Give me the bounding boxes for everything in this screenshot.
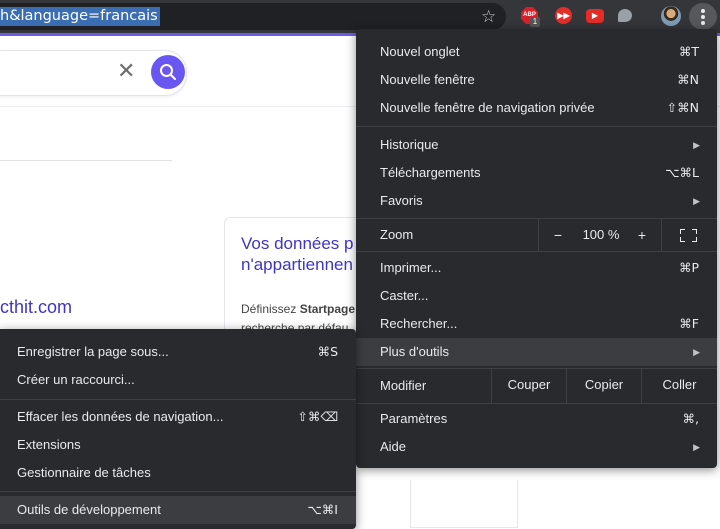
submenu-item-extensions[interactable]: Extensions <box>0 431 356 459</box>
submenu-item-task-manager[interactable]: Gestionnaire de tâches <box>0 459 356 487</box>
edit-label: Modifier <box>380 378 427 393</box>
zoom-label: Zoom <box>380 227 414 242</box>
zoom-separator <box>661 218 662 252</box>
menu-item-new-window[interactable]: Nouvelle fenêtre ⌘N <box>356 66 717 94</box>
menu-item-shortcut: ⌘F <box>679 316 699 331</box>
card-text-bold: Startpage <box>299 302 356 316</box>
card-bottom-border <box>410 480 518 528</box>
menu-item-shortcut: ⌘T <box>678 44 699 59</box>
menu-item-label: Aide <box>380 439 407 454</box>
chrome-main-menu: Nouvel onglet ⌘T Nouvelle fenêtre ⌘N Nou… <box>356 29 717 468</box>
menu-item-new-tab[interactable]: Nouvel onglet ⌘T <box>356 38 717 66</box>
chrome-menu-kebab-icon[interactable] <box>689 3 717 30</box>
submenu-arrow-icon: ▶ <box>693 442 700 452</box>
zoom-level: 100 % <box>582 227 620 242</box>
menu-item-label: Historique <box>380 137 439 152</box>
menu-item-label: Téléchargements <box>380 165 481 180</box>
menu-separator <box>356 251 717 252</box>
menu-item-label: Nouvelle fenêtre <box>380 72 475 87</box>
fullscreen-icon[interactable] <box>680 229 697 242</box>
menu-item-settings[interactable]: Paramètres ⌘, <box>356 405 717 433</box>
submenu-item-dev-tools[interactable]: Outils de développement ⌥⌘I <box>0 496 356 524</box>
submenu-arrow-icon: ▶ <box>693 196 700 206</box>
address-bar[interactable]: h&language=francais ☆ <box>0 3 506 30</box>
menu-item-label: Nouvelle fenêtre de navigation privée <box>380 100 595 115</box>
paste-button[interactable]: Coller <box>642 371 717 399</box>
menu-separator <box>356 403 717 404</box>
submenu-item-clear-data[interactable]: Effacer les données de navigation... ⇧⌘⌫ <box>0 403 356 431</box>
menu-item-label: Caster... <box>380 288 429 303</box>
menu-item-label: Rechercher... <box>380 316 458 331</box>
menu-item-label: Extensions <box>17 437 81 452</box>
clear-search-icon[interactable]: ✕ <box>117 59 135 84</box>
menu-item-shortcut: ⌘S <box>317 344 338 359</box>
menu-item-shortcut: ⌘P <box>678 260 699 275</box>
menu-separator <box>356 126 717 127</box>
menu-item-label: Plus d'outils <box>380 344 449 359</box>
menu-item-shortcut: ⇧⌘N <box>666 100 699 115</box>
zoom-in-button[interactable]: + <box>630 221 654 249</box>
menu-item-shortcut: ⌘N <box>677 72 699 87</box>
adblock-extension-icon[interactable]: ABP 1 <box>521 7 540 27</box>
menu-item-shortcut: ⇧⌘⌫ <box>297 409 338 424</box>
menu-row-zoom: Zoom <box>356 221 717 249</box>
tabs-divider <box>0 160 172 161</box>
menu-item-incognito[interactable]: Nouvelle fenêtre de navigation privée ⇧⌘… <box>356 94 717 122</box>
menu-item-shortcut: ⌥⌘L <box>665 165 699 180</box>
profile-avatar[interactable] <box>661 6 681 26</box>
zoom-out-button[interactable]: − <box>546 221 570 249</box>
card-title[interactable]: Vos données p n'appartiennen <box>241 233 361 275</box>
search-button[interactable] <box>151 55 185 89</box>
menu-item-find[interactable]: Rechercher... ⌘F <box>356 310 717 338</box>
youtube-extension-icon[interactable]: ▶ <box>586 7 604 25</box>
cut-button[interactable]: Couper <box>492 371 566 399</box>
menu-item-history[interactable]: Historique ▶ <box>356 131 717 159</box>
menu-item-label: Outils de développement <box>17 502 161 517</box>
bookmark-star-icon[interactable]: ☆ <box>481 7 496 26</box>
menu-item-label: Créer un raccourci... <box>17 372 135 387</box>
menu-item-cast[interactable]: Caster... <box>356 282 717 310</box>
adblock-badge: 1 <box>530 17 540 27</box>
menu-item-label: Favoris <box>380 193 423 208</box>
search-icon <box>160 64 176 80</box>
submenu-item-save-page[interactable]: Enregistrer la page sous... ⌘S <box>0 338 356 366</box>
menu-item-downloads[interactable]: Téléchargements ⌥⌘L <box>356 159 717 187</box>
menu-item-label: Imprimer... <box>380 260 442 275</box>
menu-separator <box>0 491 356 492</box>
chat-bubble-extension-icon[interactable] <box>618 7 636 25</box>
menu-item-shortcut: ⌥⌘I <box>307 502 338 517</box>
menu-separator <box>356 368 717 369</box>
card-text-prefix: Définissez <box>241 302 300 316</box>
menu-item-more-tools[interactable]: Plus d'outils ▶ <box>356 338 717 366</box>
menu-item-label: Nouvel onglet <box>380 44 460 59</box>
submenu-arrow-icon: ▶ <box>693 347 700 357</box>
more-tools-submenu: Enregistrer la page sous... ⌘S Créer un … <box>0 329 356 529</box>
copy-button[interactable]: Copier <box>567 371 641 399</box>
address-bar-url[interactable]: h&language=francais <box>0 7 160 26</box>
submenu-arrow-icon: ▶ <box>693 140 700 150</box>
menu-item-label: Effacer les données de navigation... <box>17 409 224 424</box>
menu-separator <box>356 218 717 219</box>
submenu-item-create-shortcut[interactable]: Créer un raccourci... <box>0 366 356 394</box>
menu-item-label: Gestionnaire de tâches <box>17 465 151 480</box>
menu-item-shortcut: ⌘, <box>682 411 699 426</box>
fast-forward-extension-icon[interactable]: ▶▶ <box>555 7 573 25</box>
menu-separator <box>0 399 356 400</box>
menu-item-bookmarks[interactable]: Favoris ▶ <box>356 187 717 215</box>
menu-item-print[interactable]: Imprimer... ⌘P <box>356 254 717 282</box>
menu-item-label: Enregistrer la page sous... <box>17 344 169 359</box>
menu-item-help[interactable]: Aide ▶ <box>356 433 717 461</box>
result-link[interactable]: cthit.com <box>0 297 72 318</box>
menu-item-label: Paramètres <box>380 411 448 426</box>
zoom-separator <box>538 218 539 252</box>
